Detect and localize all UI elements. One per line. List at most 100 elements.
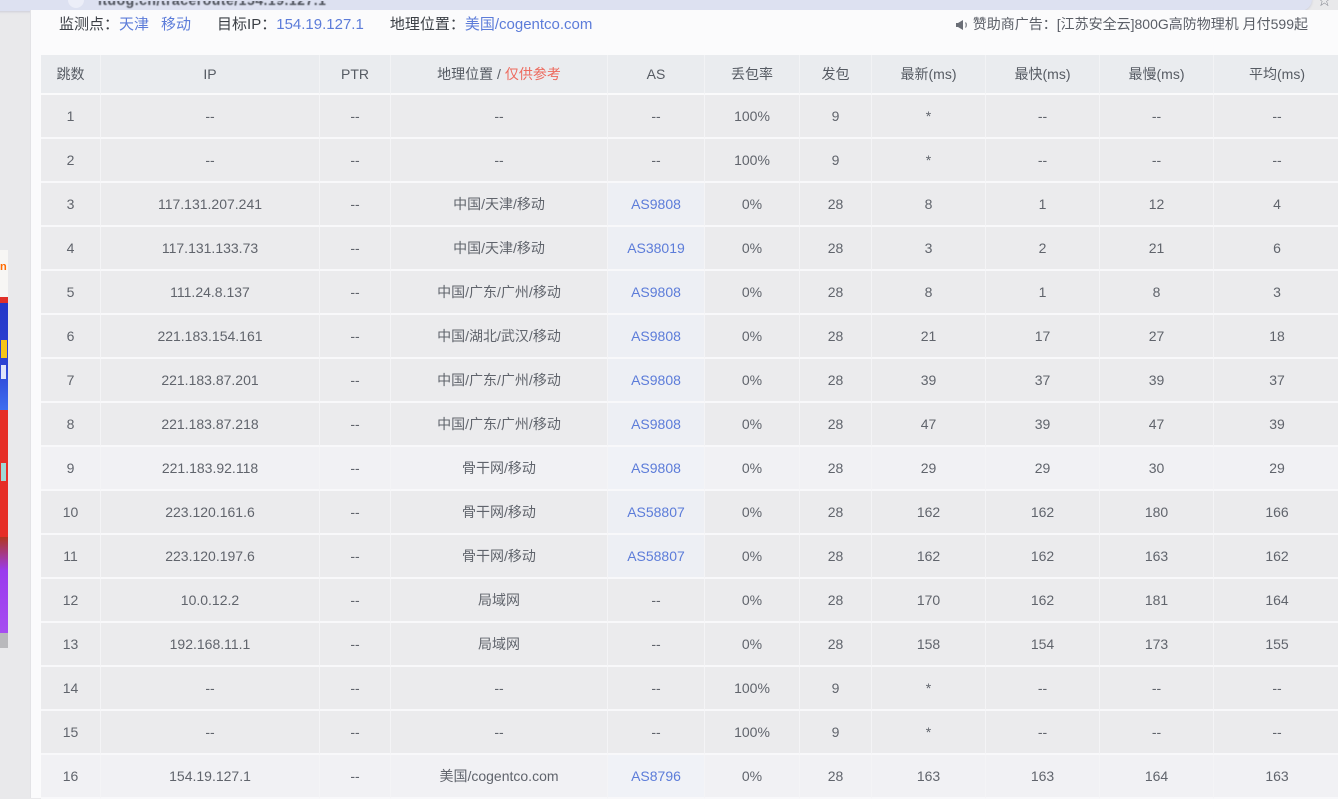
trace-table-body: 1--------100%9*------2--------100%9*----… <box>41 95 1338 799</box>
cell-ptr: -- <box>320 95 391 139</box>
cell-ip: 10.0.12.2 <box>101 579 320 623</box>
cell-hop: 14 <box>41 667 101 711</box>
cell-worst: 8 <box>1100 271 1214 315</box>
cell-loss: 0% <box>705 623 800 667</box>
as-link[interactable]: AS8796 <box>631 768 681 784</box>
cell-worst: 30 <box>1100 447 1214 491</box>
cell-as: AS9808 <box>608 183 705 227</box>
cell-as: -- <box>608 623 705 667</box>
cell-hop: 8 <box>41 403 101 447</box>
cell-loss: 0% <box>705 183 800 227</box>
cell-best: 1 <box>986 183 1100 227</box>
cell-geo: 骨干网/移动 <box>391 491 608 535</box>
sliver-white-chip <box>1 365 6 379</box>
cell-best: 17 <box>986 315 1100 359</box>
cell-hop: 12 <box>41 579 101 623</box>
table-row: 15--------100%9*------ <box>41 711 1338 755</box>
as-link[interactable]: AS9808 <box>631 416 681 432</box>
cell-geo: 局域网 <box>391 579 608 623</box>
table-row: 1210.0.12.2--局域网--0%28170162181164 <box>41 579 1338 623</box>
target-ip-link[interactable]: 154.19.127.1 <box>276 16 364 33</box>
cell-hop: 7 <box>41 359 101 403</box>
cell-ptr: -- <box>320 755 391 799</box>
col-ip: IP <box>101 55 320 95</box>
cell-worst: 173 <box>1100 623 1214 667</box>
sponsor-ad[interactable]: 赞助商广告：[江苏安全云]800G高防物理机 月付599起 <box>955 14 1308 34</box>
result-panel: 监测点：天津移动目标IP：154.19.127.1地理位置：美国/cogentc… <box>30 10 1338 798</box>
cell-ip: 223.120.197.6 <box>101 535 320 579</box>
cell-avg: 155 <box>1214 623 1338 667</box>
cell-avg: -- <box>1214 95 1338 139</box>
cell-worst: 39 <box>1100 359 1214 403</box>
cell-worst: 164 <box>1100 755 1214 799</box>
cell-last: 8 <box>872 271 986 315</box>
as-link[interactable]: AS9808 <box>631 328 681 344</box>
as-link[interactable]: AS58807 <box>627 504 685 520</box>
cell-worst: 21 <box>1100 227 1214 271</box>
cell-loss: 0% <box>705 579 800 623</box>
cell-as: -- <box>608 579 705 623</box>
cell-geo: 中国/广东/广州/移动 <box>391 403 608 447</box>
cell-loss: 0% <box>705 227 800 271</box>
monitor-isp-link[interactable]: 移动 <box>161 16 191 33</box>
cell-loss: 0% <box>705 447 800 491</box>
cell-last: * <box>872 139 986 183</box>
cell-ip: 221.183.87.201 <box>101 359 320 403</box>
cell-loss: 100% <box>705 667 800 711</box>
cell-hop: 3 <box>41 183 101 227</box>
cell-ip: -- <box>101 139 320 183</box>
cell-ptr: -- <box>320 315 391 359</box>
col-last: 最新(ms) <box>872 55 986 95</box>
cell-ptr: -- <box>320 183 391 227</box>
cell-worst: -- <box>1100 139 1214 183</box>
cell-avg: -- <box>1214 139 1338 183</box>
as-link[interactable]: AS9808 <box>631 460 681 476</box>
cell-ptr: -- <box>320 403 391 447</box>
cell-ptr: -- <box>320 139 391 183</box>
cell-as: AS9808 <box>608 315 705 359</box>
cell-loss: 0% <box>705 755 800 799</box>
sliver-cyan-chip <box>1 463 6 481</box>
cell-last: 3 <box>872 227 986 271</box>
as-link[interactable]: AS58807 <box>627 548 685 564</box>
cell-geo: 骨干网/移动 <box>391 447 608 491</box>
table-row: 11223.120.197.6--骨干网/移动AS588070%28162162… <box>41 535 1338 579</box>
as-link[interactable]: AS9808 <box>631 372 681 388</box>
cell-hop: 11 <box>41 535 101 579</box>
cell-ip: -- <box>101 711 320 755</box>
as-link[interactable]: AS38019 <box>627 240 685 256</box>
sliver-yellow-chip <box>1 340 7 358</box>
favicon-circle-icon <box>68 0 84 8</box>
monitor-node-link[interactable]: 天津 <box>119 16 149 33</box>
cell-ip: 154.19.127.1 <box>101 755 320 799</box>
as-link[interactable]: AS9808 <box>631 196 681 212</box>
cell-last: 47 <box>872 403 986 447</box>
table-row: 2--------100%9*------ <box>41 139 1338 183</box>
cell-loss: 0% <box>705 359 800 403</box>
col-sent: 发包 <box>800 55 872 95</box>
page-background: { "browser": { "url_fragment": "itdog.cn… <box>0 0 1338 798</box>
cell-best: -- <box>986 711 1100 755</box>
as-link[interactable]: AS9808 <box>631 284 681 300</box>
cell-best: 163 <box>986 755 1100 799</box>
cell-avg: 3 <box>1214 271 1338 315</box>
sliver-white-orange: n <box>0 250 8 297</box>
cell-best: 162 <box>986 535 1100 579</box>
table-row: 5111.24.8.137--中国/广东/广州/移动AS98080%288183 <box>41 271 1338 315</box>
cell-sent: 28 <box>800 359 872 403</box>
cell-last: 29 <box>872 447 986 491</box>
table-header-row: 跳数 IP PTR 地理位置 / 仅供参考 AS 丢包率 发包 最新(ms) 最… <box>41 55 1338 95</box>
monitor-label: 监测点： <box>59 16 119 33</box>
cell-worst: -- <box>1100 95 1214 139</box>
target-ip-label: 目标IP： <box>217 16 276 33</box>
cell-ip: 221.183.154.161 <box>101 315 320 359</box>
table-row: 8221.183.87.218--中国/广东/广州/移动AS98080%2847… <box>41 403 1338 447</box>
cell-last: 158 <box>872 623 986 667</box>
geo-value-link[interactable]: 美国/cogentco.com <box>465 16 593 33</box>
cell-last: 39 <box>872 359 986 403</box>
cell-sent: 28 <box>800 623 872 667</box>
cell-hop: 9 <box>41 447 101 491</box>
cell-worst: -- <box>1100 711 1214 755</box>
cell-loss: 0% <box>705 491 800 535</box>
cell-as: AS9808 <box>608 271 705 315</box>
